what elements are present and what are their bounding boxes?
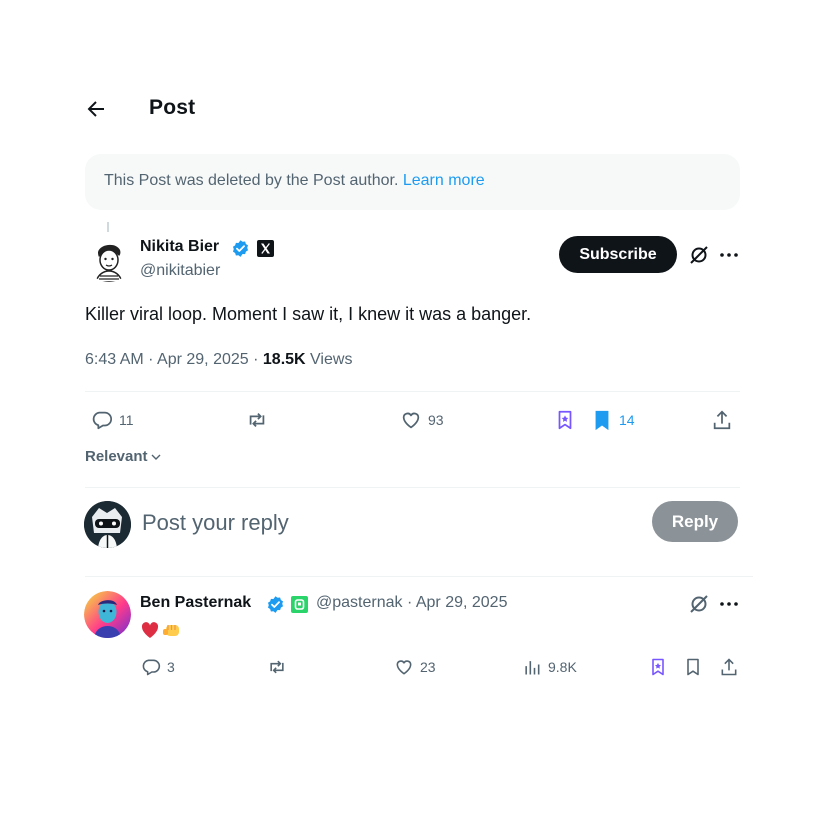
divider (85, 487, 740, 488)
reply-content (140, 620, 182, 640)
share-action[interactable] (711, 409, 733, 431)
avatar[interactable] (86, 236, 132, 282)
comment-icon (92, 411, 113, 430)
more-options-icon[interactable] (718, 593, 740, 615)
reply-action[interactable]: 11 (91, 409, 134, 431)
avatar-photo (84, 591, 131, 638)
comment-icon (142, 659, 161, 676)
reply-like-action[interactable]: 23 (394, 657, 436, 677)
verified-badge-icon (231, 239, 250, 258)
like-count: 93 (428, 412, 444, 428)
chevron-down-icon (151, 454, 161, 460)
reply-view-count: 9.8K (548, 659, 577, 675)
heart-icon (402, 412, 420, 429)
share-icon (721, 658, 737, 676)
divider (85, 391, 740, 392)
like-action[interactable]: 93 (400, 409, 444, 431)
bookmark-count: 14 (619, 412, 635, 428)
avatar-illustration (86, 236, 132, 282)
grok-folder-icon (652, 658, 664, 676)
learn-more-link[interactable]: Learn more (403, 172, 485, 189)
heart-icon (396, 660, 412, 675)
subscribe-button[interactable]: Subscribe (559, 236, 677, 273)
repost-action[interactable] (246, 409, 268, 431)
more-options-icon[interactable] (718, 244, 740, 266)
back-button[interactable] (84, 97, 108, 121)
arrow-left-icon (87, 101, 104, 117)
reply-avatar[interactable] (84, 591, 131, 638)
sort-label: Relevant (85, 448, 148, 465)
reply-handle-date[interactable]: @pasternak · Apr 29, 2025 (316, 594, 507, 612)
fist-bump-emoji-icon (163, 625, 179, 636)
reply-share-action[interactable] (719, 657, 739, 677)
author-handle[interactable]: @nikitabier (140, 262, 220, 280)
divider (85, 576, 753, 577)
reply-bookmark-action[interactable] (683, 657, 703, 677)
post-text: Killer viral loop. Moment I saw it, I kn… (85, 304, 532, 324)
views-label: Views (310, 351, 353, 368)
verified-badge-icon (266, 595, 285, 614)
page-title: Post (149, 96, 196, 119)
my-avatar[interactable] (84, 501, 131, 548)
heart-emoji-icon (141, 622, 159, 638)
post-timestamp[interactable]: 6:43 AM · Apr 29, 2025 · (85, 351, 263, 368)
grok-icon[interactable] (688, 593, 710, 615)
reply-author-name[interactable]: Ben Pasternak (140, 594, 251, 612)
bookmark-action[interactable]: 14 (591, 409, 635, 431)
bookmark-filled-icon (595, 410, 609, 431)
reply-grok-bookmark-action[interactable] (648, 657, 668, 677)
analytics-icon (525, 661, 540, 675)
reply-input[interactable] (142, 508, 622, 538)
thread-line (107, 222, 109, 232)
sort-dropdown[interactable]: Relevant (85, 448, 162, 465)
repost-icon (249, 412, 265, 428)
grok-icon[interactable] (688, 244, 710, 266)
author-name[interactable]: Nikita Bier (140, 238, 219, 256)
repost-icon (270, 660, 284, 674)
bookmark-icon (687, 658, 699, 676)
post-meta: 6:43 AM · Apr 29, 2025 · 18.5K Views (85, 351, 352, 369)
share-icon (713, 410, 731, 430)
grok-bookmark-action[interactable] (554, 409, 576, 431)
view-count: 18.5K (262, 351, 306, 368)
reply-reply-action[interactable]: 3 (141, 657, 175, 677)
reply-reply-count: 3 (167, 659, 175, 675)
reply-repost-action[interactable] (267, 657, 287, 677)
reply-like-count: 23 (420, 659, 436, 675)
reply-views-action[interactable]: 9.8K (522, 657, 577, 677)
deleted-notice-text: This Post was deleted by the Post author… (104, 172, 485, 190)
affiliate-badge-icon (291, 596, 308, 613)
reply-count: 11 (119, 412, 134, 428)
reply-button[interactable]: Reply (652, 501, 738, 542)
grok-folder-icon (558, 410, 572, 430)
x-affiliate-icon (257, 240, 274, 257)
avatar-illustration (84, 501, 131, 548)
notice-message: This Post was deleted by the Post author… (104, 172, 399, 189)
